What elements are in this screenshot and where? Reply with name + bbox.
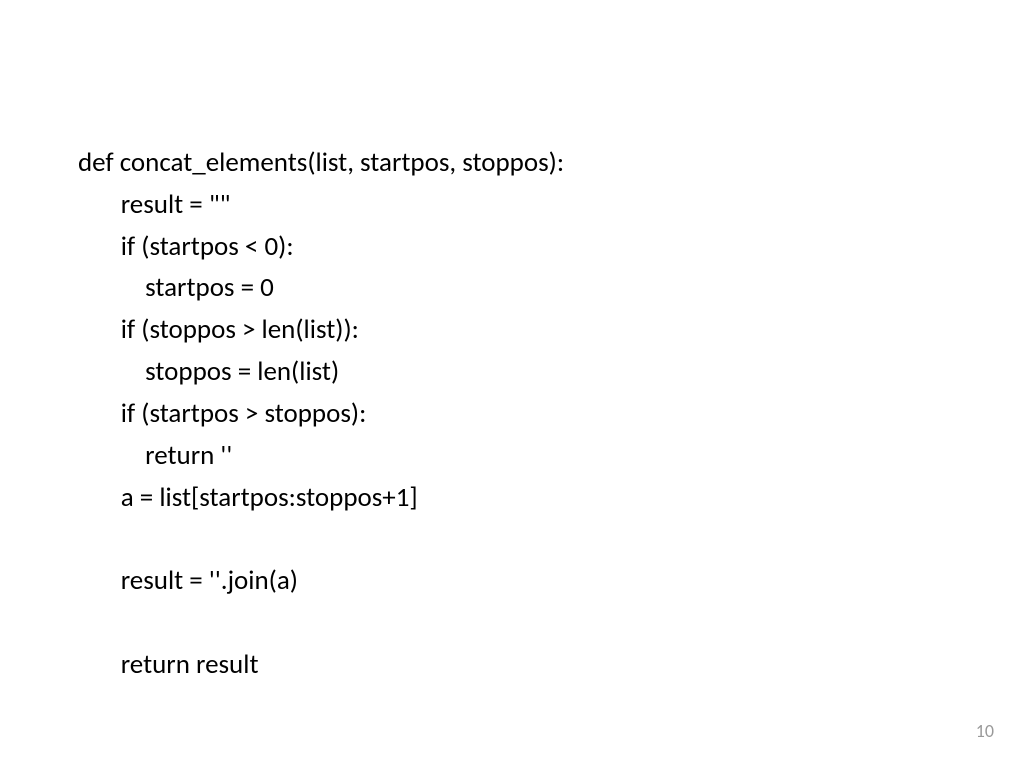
code-line-5: if (stoppos > len(list)): (78, 313, 359, 346)
code-line-3: if (startpos < 0): (78, 230, 294, 263)
code-line-2: result = "" (78, 188, 231, 221)
code-line-9: a = list[startpos:stoppos+1] (78, 481, 418, 514)
code-line-13: return result (78, 648, 258, 681)
code-line-6: stoppos = len(list) (78, 355, 339, 388)
page-number: 10 (976, 720, 994, 742)
code-line-4: startpos = 0 (78, 271, 274, 304)
code-block: def concat_elements(list, startpos, stop… (78, 100, 564, 686)
code-line-7: if (startpos > stoppos): (78, 397, 366, 430)
code-line-1: def concat_elements(list, startpos, stop… (78, 146, 564, 179)
code-line-11: result = ''.join(a) (78, 564, 298, 597)
code-line-8: return '' (78, 439, 232, 472)
